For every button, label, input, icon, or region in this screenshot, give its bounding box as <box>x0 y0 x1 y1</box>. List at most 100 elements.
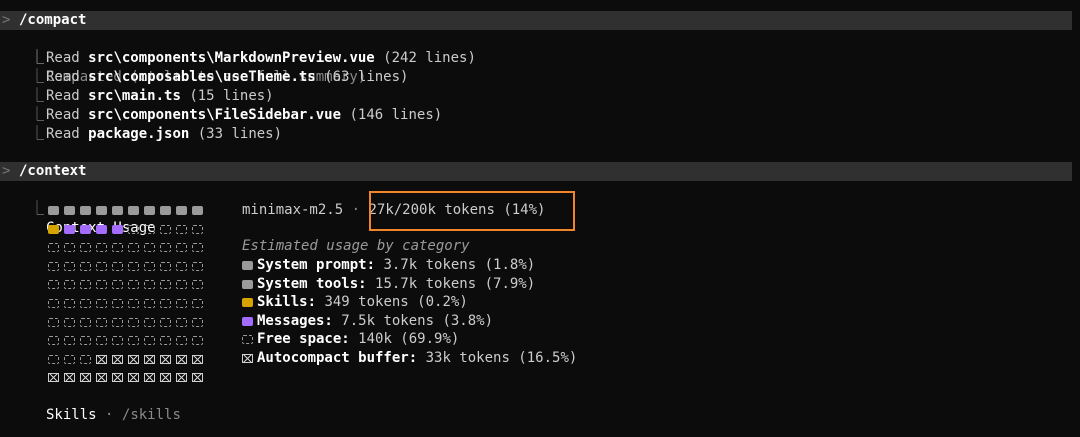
read-info: (63 lines) <box>324 69 409 85</box>
category-label: Messages: <box>257 312 333 329</box>
free-block-icon <box>112 336 123 346</box>
prompt-caret: > <box>2 12 11 28</box>
usage-cell-free <box>174 331 190 350</box>
free-block-icon <box>112 299 123 308</box>
usage-cell-free <box>126 220 142 239</box>
usage-cell-free <box>158 275 174 294</box>
free-block-icon <box>48 243 59 253</box>
category-value: 140k (69.9%) <box>358 331 460 348</box>
usage-cell-free <box>110 313 126 332</box>
usage-cell-buf <box>46 368 62 387</box>
read-verb: Read <box>46 107 80 123</box>
free-block-icon <box>64 280 75 290</box>
usage-cell-buf <box>190 368 206 387</box>
free-block-icon <box>128 317 139 327</box>
usage-cell-buf <box>62 368 78 387</box>
free-block-icon <box>192 336 203 346</box>
usage-cell-free <box>110 257 126 276</box>
read-path: src\components\MarkdownPreview.vue <box>88 50 375 66</box>
buf-block-icon <box>64 373 75 383</box>
free-block-icon <box>192 317 203 327</box>
read-path: src\main.ts <box>88 88 181 104</box>
used-block-icon <box>80 206 91 215</box>
category-label: Free space: <box>257 331 350 348</box>
free-block-icon <box>64 299 75 308</box>
usage-cell-free <box>46 238 62 257</box>
context-command: /context <box>19 163 87 179</box>
used-block-icon <box>48 206 59 215</box>
usage-grid-row <box>46 238 206 257</box>
skills-command[interactable]: /skills <box>122 407 181 423</box>
read-info: (15 lines) <box>189 88 274 104</box>
model-name: minimax-m2.5 <box>242 202 344 218</box>
free-block-icon <box>128 299 139 308</box>
category-value: 33k tokens (16.5%) <box>425 350 578 366</box>
usage-cell-buf <box>126 368 142 387</box>
free-block-icon <box>144 317 155 327</box>
usage-cell-free <box>62 313 78 332</box>
usage-cell-msg <box>78 220 94 239</box>
compact-summary-line: ⎿ Compacted (ctrl+o to see full summary) <box>0 30 366 85</box>
usage-cell-free <box>78 331 94 350</box>
free-block-icon <box>192 224 203 234</box>
skill-block-icon <box>48 224 59 234</box>
skills-separator: · <box>105 407 114 423</box>
free-block-icon <box>160 243 171 253</box>
free-block-icon <box>176 299 187 308</box>
usage-cell-buf <box>174 350 190 369</box>
usage-cell-free <box>158 331 174 350</box>
free-block-icon <box>128 261 139 271</box>
category-value: 15.7k tokens (7.9%) <box>375 275 536 292</box>
usage-cell-free <box>62 257 78 276</box>
usage-cell-free <box>94 294 110 313</box>
usage-cell-free <box>174 275 190 294</box>
read-path: src\composables\useTheme.ts <box>88 69 316 85</box>
free-block-icon <box>144 280 155 290</box>
buf-block-icon <box>96 373 107 383</box>
usage-cell-free <box>78 350 94 369</box>
read-verb: Read <box>46 69 80 85</box>
tree-branch-icon: ⎿ <box>30 69 44 85</box>
free-block-icon <box>96 336 107 346</box>
free-block-icon <box>176 261 187 271</box>
usage-cell-used <box>94 201 110 220</box>
buf-block-icon <box>160 373 171 383</box>
usage-cell-free <box>158 238 174 257</box>
free-block-icon <box>80 261 91 271</box>
read-path: src\components\FileSidebar.vue <box>88 107 342 123</box>
usage-grid-row <box>46 331 206 350</box>
skill-block-icon <box>242 298 253 308</box>
usage-cell-free <box>46 331 62 350</box>
usage-cell-free <box>126 275 142 294</box>
usage-cell-free <box>126 257 142 276</box>
free-block-icon <box>192 299 203 308</box>
usage-grid-row <box>46 201 206 220</box>
free-block-icon <box>96 299 107 308</box>
token-usage-highlight <box>369 191 575 231</box>
model-separator: · <box>351 202 361 218</box>
usage-cell-free <box>46 294 62 313</box>
free-block-icon <box>176 317 187 327</box>
used-block-icon <box>144 206 155 215</box>
buf-block-icon <box>80 373 91 383</box>
free-block-icon <box>96 243 107 253</box>
usage-cell-free <box>78 313 94 332</box>
free-block-icon <box>176 336 187 346</box>
free-block-icon <box>242 335 253 345</box>
usage-cell-free <box>94 257 110 276</box>
usage-cell-free <box>94 275 110 294</box>
buf-block-icon <box>144 354 155 364</box>
compact-command-bar: > /compact <box>0 11 1072 30</box>
usage-cell-free <box>94 238 110 257</box>
tree-branch-icon: ⎿ <box>30 50 44 66</box>
usage-cell-msg <box>94 220 110 239</box>
usage-cell-free <box>126 313 142 332</box>
free-block-icon <box>160 261 171 271</box>
usage-cell-free <box>190 294 206 313</box>
free-block-icon <box>176 243 187 253</box>
buf-block-icon <box>176 354 187 364</box>
usage-cell-free <box>126 238 142 257</box>
used-block-icon <box>242 261 253 270</box>
usage-cell-free <box>46 313 62 332</box>
buf-block-icon <box>176 373 187 383</box>
